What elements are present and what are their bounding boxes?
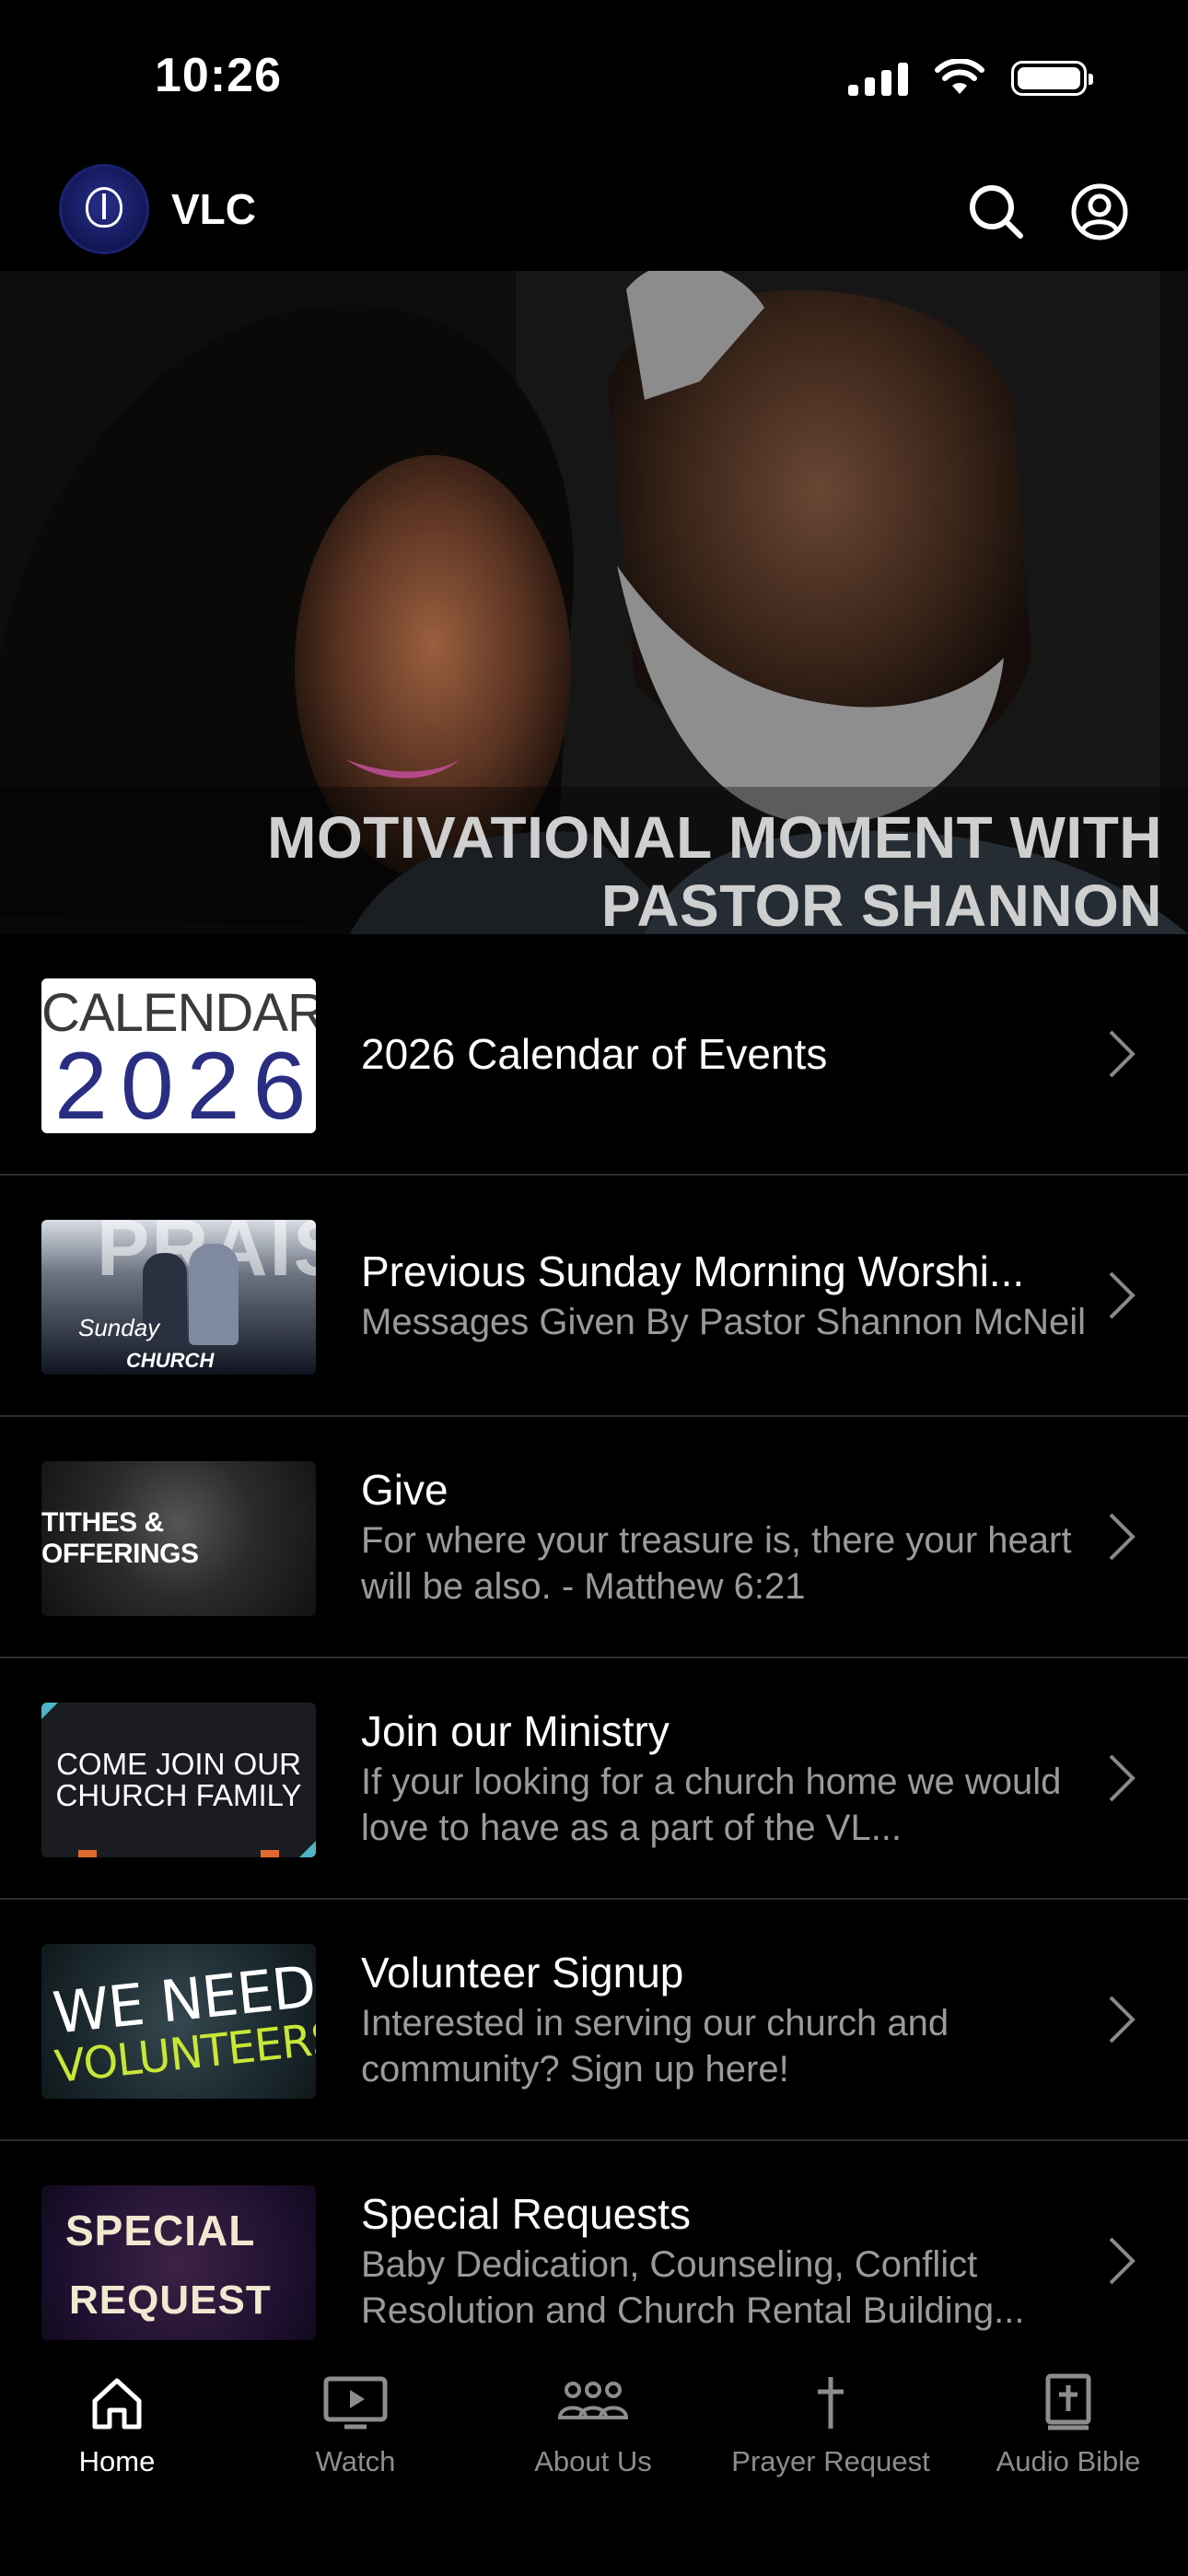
chevron-right-icon xyxy=(1109,1030,1136,1078)
list-item[interactable]: CALENDAR 2026 2026 Calendar of Events xyxy=(0,934,1188,1176)
tab-bar: Home Watch About Us Prayer Request Audio… xyxy=(0,2348,1188,2576)
bible-icon xyxy=(1045,2373,1091,2430)
battery-icon xyxy=(1011,61,1093,96)
list-item-title: Give xyxy=(361,1466,448,1514)
tab-label: About Us xyxy=(534,2445,652,2477)
list-item-subtitle: For where your treasure is, there your h… xyxy=(361,1520,1072,1607)
profile-button[interactable] xyxy=(1068,181,1131,243)
tv-icon xyxy=(323,2376,388,2430)
app-actions xyxy=(965,181,1131,243)
group-icon xyxy=(557,2382,629,2419)
list-item[interactable]: SPECIAL REQUEST Special Requests Baby De… xyxy=(0,2141,1188,2383)
list-item-subtitle: Interested in serving our church and com… xyxy=(361,2003,949,2090)
list-item-title: Join our Ministry xyxy=(361,1707,670,1755)
list-item-subtitle: Messages Given By Pastor Shannon McNeil xyxy=(361,1302,1087,1342)
chevron-right-icon xyxy=(1109,1513,1136,1561)
home-icon xyxy=(92,2378,142,2430)
worship-thumbnail: PRAISE Sunday CHURCH WORSHIP xyxy=(41,1220,316,1375)
status-bar: 10:26 xyxy=(0,0,1188,157)
tab-label: Prayer Request xyxy=(731,2445,930,2477)
tab-prayer-request[interactable]: Prayer Request xyxy=(720,2366,941,2478)
wifi-icon xyxy=(935,59,984,94)
tab-watch[interactable]: Watch xyxy=(245,2366,466,2478)
list-item-title: Previous Sunday Morning Worshi... xyxy=(361,1247,1025,1295)
tithes-thumbnail: TITHES & OFFERINGS xyxy=(41,1461,316,1616)
status-time: 10:26 xyxy=(155,49,282,102)
list-item-subtitle: Baby Dedication, Counseling, Conflict Re… xyxy=(361,2244,1025,2331)
chevron-right-icon xyxy=(1109,1754,1136,1802)
app-bar: VLC xyxy=(0,157,1188,271)
list-item-subtitle: If your looking for a church home we wou… xyxy=(361,1762,1062,1848)
join-thumbnail: COME JOIN OUR CHURCH FAMILY xyxy=(41,1703,316,1857)
list-item[interactable]: PRAISE Sunday CHURCH WORSHIP Previous Su… xyxy=(0,1176,1188,1417)
list-item[interactable]: TITHES & OFFERINGS Give For where your t… xyxy=(0,1417,1188,1658)
search-button[interactable] xyxy=(965,181,1028,243)
calendar-thumbnail: CALENDAR 2026 xyxy=(41,978,316,1133)
hero-title: MOTIVATIONAL MOMENT WITH PASTOR SHANNON xyxy=(267,804,1162,934)
tab-label: Audio Bible xyxy=(996,2445,1141,2477)
tab-about-us[interactable]: About Us xyxy=(483,2366,704,2478)
chevron-right-icon xyxy=(1109,1996,1136,2043)
menu-list: CALENDAR 2026 2026 Calendar of Events PR… xyxy=(0,934,1188,2383)
cellular-signal-icon xyxy=(848,61,908,96)
chevron-right-icon xyxy=(1109,2237,1136,2285)
search-icon xyxy=(970,185,1023,239)
hero-banner[interactable]: MOTIVATIONAL MOMENT WITH PASTOR SHANNON xyxy=(0,271,1188,934)
chevron-right-icon xyxy=(1109,1271,1136,1319)
tab-label: Home xyxy=(78,2445,156,2477)
church-logo[interactable] xyxy=(59,164,149,254)
tab-label: Watch xyxy=(315,2445,396,2477)
app-title: VLC xyxy=(171,185,256,233)
list-item-title: 2026 Calendar of Events xyxy=(361,1030,828,1078)
volunteer-thumbnail: WE NEED VOLUNTEERS xyxy=(41,1944,316,2099)
list-item[interactable]: WE NEED VOLUNTEERS Volunteer Signup Inte… xyxy=(0,1900,1188,2141)
tab-audio-bible[interactable]: Audio Bible xyxy=(958,2366,1179,2478)
status-icons xyxy=(848,59,1093,98)
cross-icon xyxy=(818,2377,844,2429)
account-circle-icon xyxy=(1071,183,1128,240)
list-item-title: Special Requests xyxy=(361,2190,691,2238)
list-item-title: Volunteer Signup xyxy=(361,1949,684,1996)
tab-home[interactable]: Home xyxy=(6,2366,227,2478)
special-request-thumbnail: SPECIAL REQUEST xyxy=(41,2185,316,2340)
list-item[interactable]: COME JOIN OUR CHURCH FAMILY Join our Min… xyxy=(0,1658,1188,1900)
